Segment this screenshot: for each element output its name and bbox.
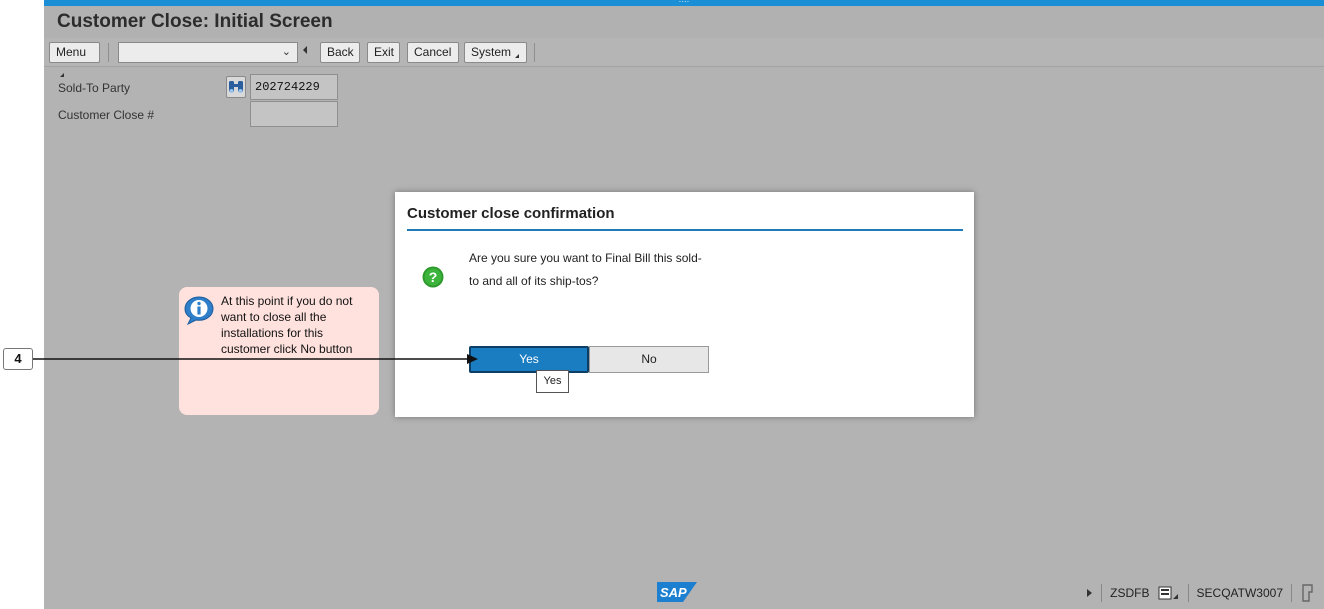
caret-left-icon[interactable] — [303, 46, 307, 54]
sap-logo: SAP — [657, 582, 697, 602]
no-button[interactable]: No — [589, 346, 709, 373]
command-field[interactable]: ⌄ — [118, 42, 298, 63]
dropdown-corner-icon — [515, 54, 520, 58]
cancel-button[interactable]: Cancel — [407, 42, 459, 63]
exit-button[interactable]: Exit — [367, 42, 400, 63]
toolbar-divider — [108, 43, 109, 62]
status-divider — [1291, 584, 1292, 602]
dialog-title: Customer close confirmation — [407, 205, 615, 222]
sold-to-party-label: Sold-To Party — [58, 81, 131, 95]
status-bar: ZSDFB SECQATW3007 — [1085, 583, 1316, 603]
chevron-down-icon[interactable]: ⌄ — [282, 45, 291, 58]
svg-text:?: ? — [429, 269, 438, 285]
binoculars-icon — [229, 81, 243, 93]
sold-to-party-input[interactable]: 202724229 — [250, 74, 338, 100]
confirmation-dialog: Customer close confirmation ? Are you su… — [395, 192, 974, 417]
menu-button[interactable]: Menu — [49, 42, 100, 77]
svg-text:SAP: SAP — [660, 585, 687, 600]
cancel-button-label: Cancel — [414, 45, 452, 59]
expand-status-icon[interactable] — [1085, 588, 1093, 598]
yes-button[interactable]: Yes — [469, 346, 589, 373]
step-number-badge: 4 — [3, 348, 33, 370]
dialog-message-line-1: Are you sure you want to Final Bill this… — [469, 251, 702, 265]
screen: ···· Customer Close: Initial Screen Menu… — [0, 0, 1324, 609]
transfer-icon[interactable] — [1300, 584, 1316, 602]
customer-close-input[interactable] — [250, 101, 338, 127]
question-icon: ? — [422, 266, 444, 288]
status-divider — [1101, 584, 1103, 602]
toolbar-divider — [534, 43, 535, 62]
dialog-title-underline — [407, 229, 963, 231]
dialog-message-line-2: to and all of its ship-tos? — [469, 274, 599, 288]
yes-tooltip: Yes — [536, 370, 569, 393]
back-button-label: Back — [327, 45, 354, 59]
callout-text: At this point if you do not want to clos… — [221, 294, 353, 356]
page-title: Customer Close: Initial Screen — [57, 11, 333, 32]
session-menu-icon[interactable] — [1158, 585, 1180, 601]
title-bar: Customer Close: Initial Screen — [44, 6, 1324, 38]
system-name: SECQATW3007 — [1196, 586, 1283, 600]
info-icon — [184, 296, 214, 325]
instruction-callout: At this point if you do not want to clos… — [179, 287, 379, 415]
system-button[interactable]: System — [464, 42, 527, 63]
value-help-button[interactable] — [226, 76, 246, 98]
system-button-label: System — [471, 45, 512, 59]
exit-button-label: Exit — [374, 45, 395, 59]
dropdown-corner-icon — [60, 73, 64, 77]
toolbar: Menu ⌄ Back Exit Cancel System — [44, 38, 1324, 77]
back-button[interactable]: Back — [320, 42, 360, 63]
customer-close-label: Customer Close # — [58, 108, 155, 122]
pointer-arrow — [33, 354, 478, 364]
transaction-code: ZSDFB — [1110, 586, 1150, 600]
menu-button-label: Menu — [56, 45, 87, 59]
status-divider — [1187, 584, 1189, 602]
